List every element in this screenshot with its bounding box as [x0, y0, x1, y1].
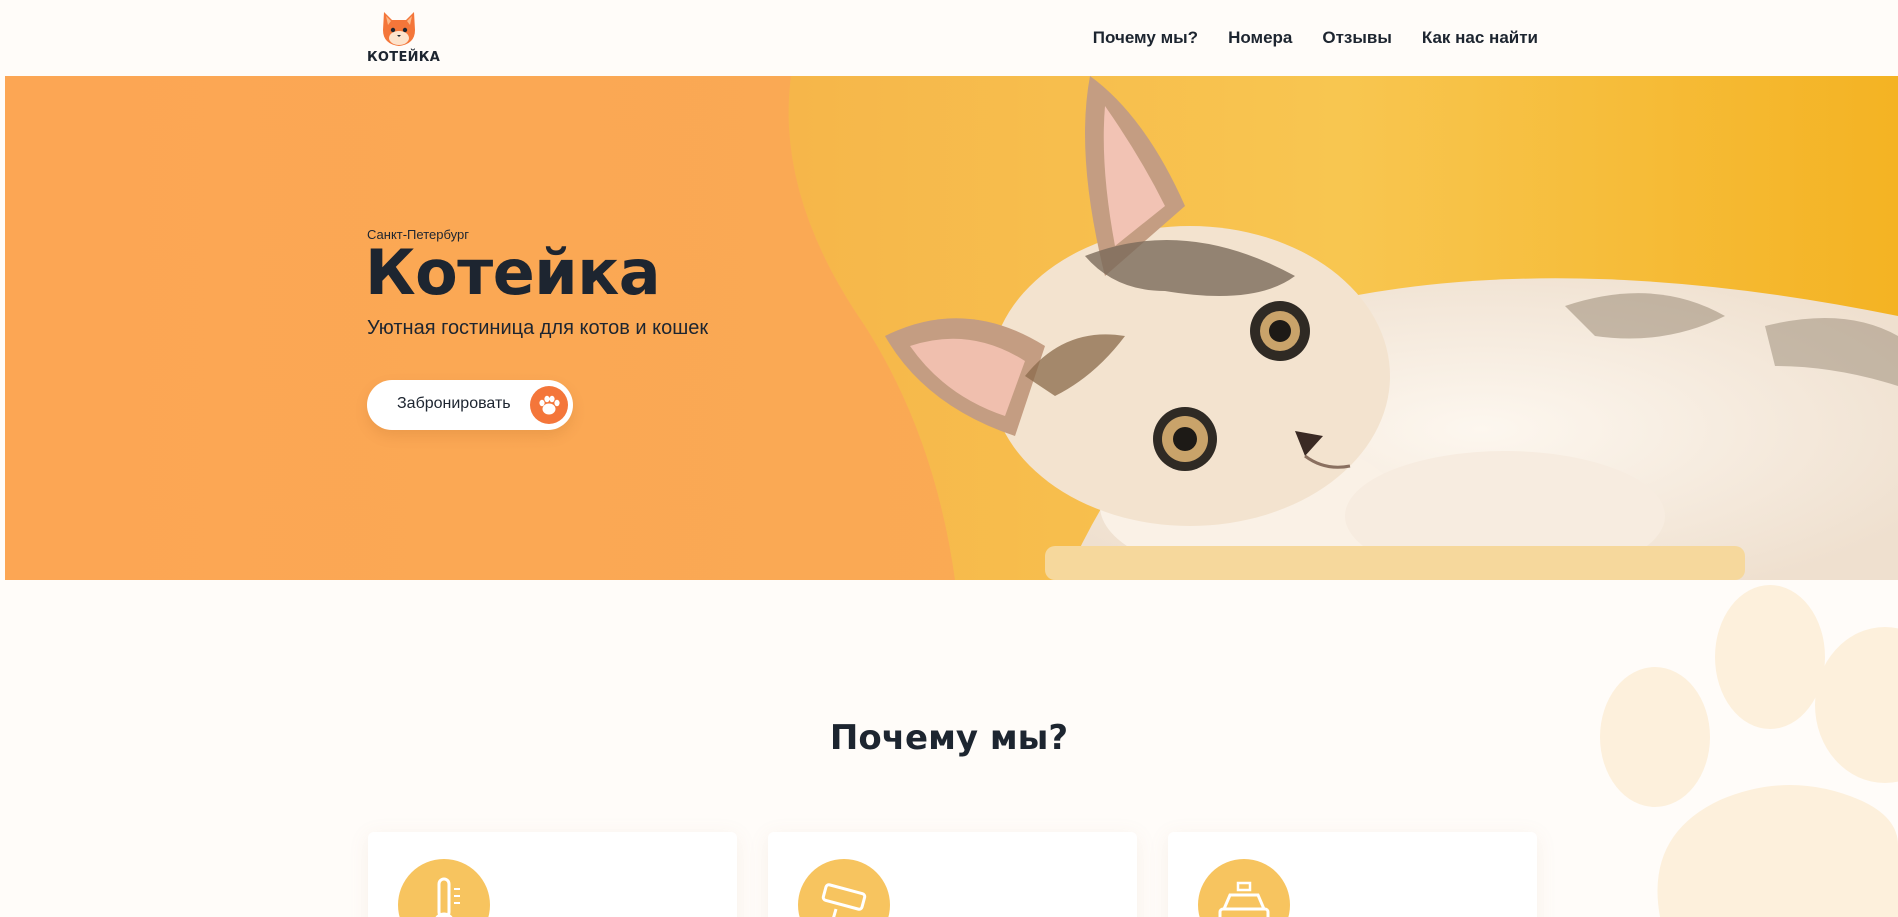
hero-cat-photo	[5, 76, 1898, 580]
hero-title: Котейка	[365, 236, 661, 309]
nav-link-reviews[interactable]: Отзывы	[1322, 28, 1392, 48]
logo-text: КОТЕЙКА	[367, 50, 441, 65]
paw-icon	[530, 386, 568, 424]
taxi-icon	[1198, 859, 1290, 917]
section-title-why-us: Почему мы?	[829, 718, 1069, 758]
cctv-camera-icon	[798, 859, 890, 917]
feature-card	[768, 832, 1137, 917]
logo[interactable]: КОТЕЙКА	[367, 8, 441, 66]
nav-link-why-us[interactable]: Почему мы?	[1093, 28, 1198, 48]
nav-link-rooms[interactable]: Номера	[1228, 28, 1292, 48]
site-header: КОТЕЙКА Почему мы? Номера Отзывы Как нас…	[0, 0, 1898, 76]
hero-section: Санкт-Петербург Котейка Уютная гостиница…	[5, 76, 1898, 580]
main-nav: Почему мы? Номера Отзывы Как нас найти	[1093, 28, 1538, 48]
thermometer-icon	[398, 859, 490, 917]
feature-card	[1168, 832, 1537, 917]
cat-logo-icon	[383, 12, 415, 46]
book-button[interactable]: Забронировать	[367, 380, 573, 430]
book-button-label: Забронировать	[397, 395, 511, 412]
feature-card	[368, 832, 737, 917]
nav-link-how-to-find[interactable]: Как нас найти	[1422, 28, 1538, 48]
hero-subtitle: Уютная гостиница для котов и кошек	[367, 317, 709, 339]
